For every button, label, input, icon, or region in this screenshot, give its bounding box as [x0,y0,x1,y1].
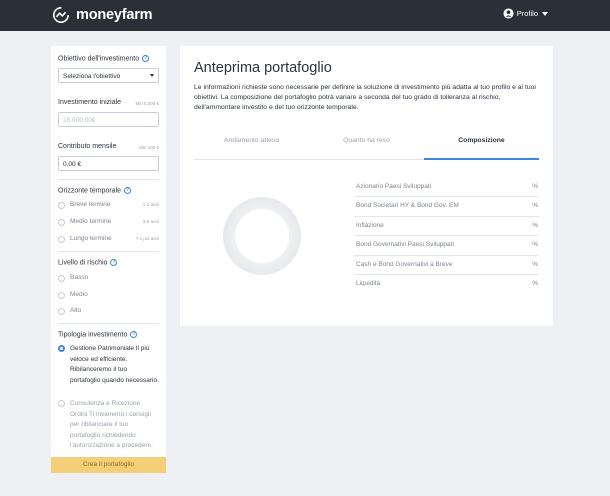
divider [58,323,159,324]
help-icon[interactable]: ? [110,259,118,266]
type-option-managed[interactable]: Gestione Patrimoniale Il più veloce ed e… [58,344,159,386]
goal-select-value: Seleziona l'obiettivo [63,73,121,80]
monthly-contribution-input[interactable]: 0,00 € [58,156,159,171]
moneyfarm-logo-icon [52,6,70,24]
radio-button[interactable] [58,275,65,282]
legend-row: Inflazione% [355,217,539,237]
top-navigation-bar: moneyfarm Profilo [0,0,610,31]
tab-past-returns[interactable]: Quanto ha reso [309,137,424,144]
legend-value: % [532,241,538,249]
type-option-advisory[interactable]: Consulenza e Ricezione Ordini Ti inviere… [58,399,159,452]
risk-option-low[interactable]: Basso [58,274,159,284]
donut-hole [235,209,289,263]
legend-label: Bond Societari HY & Bond Gov. EM [356,202,459,210]
profile-menu[interactable]: Profilo [503,8,548,19]
composition-donut-chart [223,197,301,275]
legend-row: Liquidità% [355,275,539,294]
radio-label: Breve termine [70,201,111,208]
legend-value: % [532,260,538,268]
legend-row: Bond Societari HY & Bond Gov. EM% [355,197,539,217]
radio-label: Lungo termine [70,235,112,242]
radio-button[interactable] [58,400,65,407]
radio-label: Gestione Patrimoniale Il più veloce ed e… [70,345,159,384]
chevron-down-icon [150,74,154,77]
radio-button[interactable] [58,308,65,315]
brand-name: moneyfarm [76,7,153,23]
horizon-option-long[interactable]: Lungo termine 7 o più anni [58,235,159,245]
legend-row: Cash e Bond Governativi a Breve% [355,256,539,275]
radio-label: Medio termine [70,218,112,225]
risk-level-label: Livello di rischio ? [58,259,118,267]
radio-button[interactable] [58,202,65,209]
legend-label: Cash e Bond Governativi a Breve [356,260,453,268]
portfolio-settings-panel: Obiettivo dell'investimento ? Seleziona … [51,46,166,473]
chevron-down-icon [542,11,548,16]
radio-label: Basso [70,274,89,281]
goal-select[interactable]: Seleziona l'obiettivo [58,68,159,83]
initial-investment-input[interactable]: 15.000,00€ [58,112,159,127]
legend-label: Bond Governativi Paesi Sviluppati [356,241,454,249]
risk-option-medium[interactable]: Medio [58,291,159,301]
help-icon[interactable]: ? [130,331,138,338]
legend-label: Inflazione [356,221,384,229]
tab-expected-performance[interactable]: Andamento atteso [194,137,309,144]
radio-hint: 7 o più anni [135,236,159,241]
radio-button-selected[interactable] [58,345,65,352]
page-title: Anteprima portafoglio [194,60,332,76]
legend-label: Azionario Paesi Sviluppati [356,183,432,190]
divider [58,179,159,180]
initial-investment-label: Investimento iniziale [58,99,122,106]
legend-row: Azionario Paesi Sviluppati% [355,178,539,198]
horizon-option-short[interactable]: Breve termine 1-2 anni [58,201,159,211]
legend-value: % [532,202,538,210]
radio-button[interactable] [58,292,65,299]
page-description: Le informazioni richieste sono necessari… [194,84,536,111]
legend-value: % [532,279,538,287]
composition-legend: Azionario Paesi Sviluppati% Bond Societa… [355,178,539,294]
radio-label: Medio [70,291,88,298]
initial-investment-hint: Min 5.000 € [135,101,159,106]
monthly-contribution-label: Contributo mensile [58,143,117,150]
radio-button[interactable] [58,219,65,226]
help-icon[interactable]: ? [142,55,150,62]
radio-button[interactable] [58,236,65,243]
risk-option-high[interactable]: Alto [58,307,159,317]
goal-label: Obiettivo dell'investimento ? [58,55,150,63]
time-horizon-label: Orizzonte temporale ? [58,187,131,195]
create-portfolio-button[interactable]: Crea il portafoglio [51,457,166,473]
radio-label: Consulenza e Ricezione Ordini Ti inviere… [70,400,153,449]
horizon-option-medium[interactable]: Medio termine 3-6 anni [58,218,159,228]
legend-label: Liquidità [356,279,381,287]
radio-hint: 1-2 anni [142,202,159,207]
profile-label: Profilo [516,9,538,18]
active-tab-indicator [424,158,539,160]
investment-type-label: Tipologia investimento ? [58,331,138,339]
radio-label: Alto [70,307,82,314]
divider [58,251,159,252]
legend-row: Bond Governativi Paesi Sviluppati% [355,236,539,256]
radio-hint: 3-6 anni [142,219,159,224]
legend-value: % [532,183,538,190]
brand-logo[interactable]: moneyfarm [52,5,153,25]
help-icon[interactable]: ? [123,187,131,194]
user-avatar-icon [503,8,514,19]
monthly-contribution-hint: Min 100 € [139,145,159,150]
legend-value: % [532,221,538,229]
tab-bar: Andamento atteso Quanto ha reso Composiz… [194,129,539,160]
tab-composition[interactable]: Composizione [424,137,539,144]
